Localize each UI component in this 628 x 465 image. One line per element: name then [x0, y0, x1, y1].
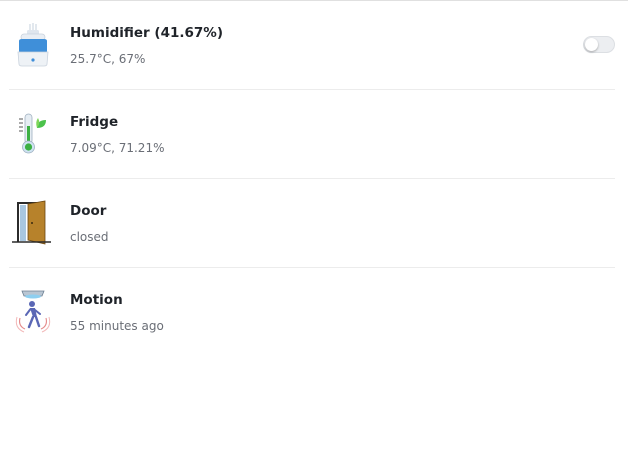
- device-status: 25.7°C, 67%: [70, 52, 146, 66]
- door-icon: [11, 199, 55, 247]
- device-name: Motion: [70, 292, 123, 308]
- device-row-humidifier[interactable]: Humidifier (41.67%) 25.7°C, 67%: [9, 1, 615, 90]
- device-status: closed: [70, 230, 109, 244]
- device-row-motion[interactable]: Motion 55 minutes ago: [9, 268, 615, 356]
- humidifier-power-toggle[interactable]: [583, 36, 615, 53]
- humidifier-icon: [11, 21, 55, 69]
- device-row-fridge[interactable]: Fridge 7.09°C, 71.21%: [9, 90, 615, 179]
- motion-sensor-icon: [11, 288, 55, 336]
- toggle-knob: [585, 38, 598, 51]
- device-name: Door: [70, 203, 107, 219]
- device-status: 55 minutes ago: [70, 319, 164, 333]
- device-row-door[interactable]: Door closed: [9, 179, 615, 268]
- thermometer-plant-icon: [11, 110, 55, 158]
- device-list: Humidifier (41.67%) 25.7°C, 67% Fridge 7…: [9, 1, 615, 356]
- device-status: 7.09°C, 71.21%: [70, 141, 165, 155]
- device-name: Humidifier (41.67%): [70, 25, 223, 41]
- device-name: Fridge: [70, 114, 119, 130]
